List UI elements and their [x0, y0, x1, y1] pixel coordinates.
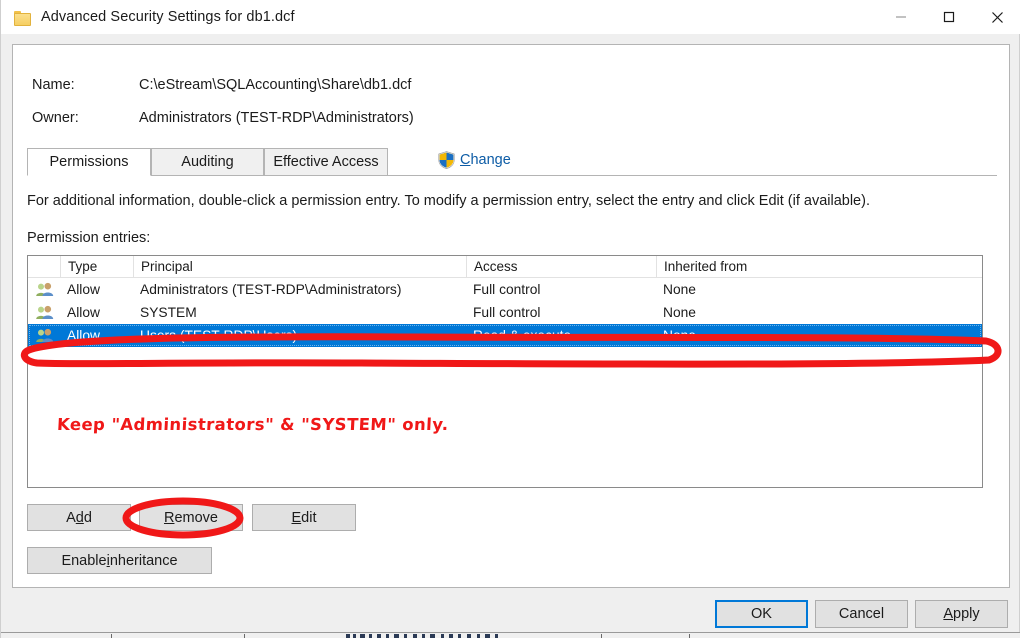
advanced-security-settings-dialog: Advanced Security Settings for db1.dcf N… — [0, 0, 1020, 638]
close-icon[interactable] — [973, 0, 1020, 34]
cell-inherited-from: None — [663, 282, 696, 297]
cell-principal: Administrators (TEST-RDP\Administrators) — [140, 282, 402, 297]
remove-button[interactable]: Remove — [139, 504, 243, 531]
name-value: C:\eStream\SQLAccounting\Share\db1.dcf — [139, 77, 412, 93]
cell-inherited-from: None — [663, 328, 696, 343]
owner-value: Administrators (TEST-RDP\Administrators) — [139, 110, 414, 126]
edit-button-label-post: dit — [301, 509, 317, 526]
background-window-sliver — [1, 632, 1020, 638]
cell-principal: Users (TEST-RDP\Users) — [140, 328, 298, 343]
info-text: For additional information, double-click… — [27, 193, 870, 209]
table-row-selected[interactable]: Allow Users (TEST-RDP\Users) Read & exec… — [28, 324, 982, 347]
cancel-button-label: Cancel — [838, 606, 885, 622]
add-button[interactable]: Add — [27, 504, 131, 531]
cell-type: Allow — [67, 328, 100, 343]
window-title: Advanced Security Settings for db1.dcf — [41, 9, 295, 25]
cell-type: Allow — [67, 282, 100, 297]
cell-inherited-from: None — [663, 305, 696, 320]
remove-button-accel: R — [163, 509, 175, 526]
dialog-content-panel: Name: C:\eStream\SQLAccounting\Share\db1… — [12, 44, 1010, 588]
column-header-access[interactable]: Access — [466, 256, 656, 277]
column-header-icon[interactable] — [28, 256, 60, 277]
tab-strip: Permissions Auditing Effective Access — [27, 148, 997, 176]
group-users-icon — [36, 282, 54, 296]
cell-access: Read & execute — [473, 328, 572, 343]
add-button-accel: d — [75, 509, 84, 526]
cell-access: Full control — [473, 282, 541, 297]
permission-entries-list[interactable]: Type Principal Access Inherited from All… — [27, 255, 983, 488]
owner-label: Owner: — [32, 110, 79, 126]
enable-inheritance-label-pre: Enable — [61, 552, 107, 569]
enable-inheritance-label-post: nheritance — [109, 552, 178, 569]
tab-permissions[interactable]: Permissions — [27, 148, 151, 176]
folder-icon — [14, 10, 31, 26]
cancel-button[interactable]: Cancel — [815, 600, 908, 628]
tab-effective-access-label: Effective Access — [273, 154, 379, 170]
ok-button[interactable]: OK — [715, 600, 808, 628]
remove-button-label-post: emove — [174, 509, 218, 526]
tab-auditing[interactable]: Auditing — [151, 148, 264, 176]
maximize-icon[interactable] — [925, 0, 973, 34]
enable-inheritance-button[interactable]: Enable i nheritance — [27, 547, 212, 574]
permission-entries-label: Permission entries: — [27, 230, 151, 246]
edit-button[interactable]: Edit — [252, 504, 356, 531]
ok-button-label: OK — [751, 606, 772, 622]
table-row[interactable]: Allow Administrators (TEST-RDP\Administr… — [28, 278, 982, 301]
column-header-principal[interactable]: Principal — [133, 256, 466, 277]
cell-type: Allow — [67, 305, 100, 320]
tab-effective-access[interactable]: Effective Access — [264, 148, 388, 176]
group-users-icon — [36, 305, 54, 319]
apply-button[interactable]: Apply — [915, 600, 1008, 628]
window-controls — [877, 0, 1020, 34]
minimize-icon[interactable] — [877, 0, 925, 34]
table-row[interactable]: Allow SYSTEM Full control None — [28, 301, 982, 324]
annotation-note-text: Keep "Administrators" & "SYSTEM" only. — [56, 415, 450, 434]
cell-access: Full control — [473, 305, 541, 320]
column-header-inherited-from[interactable]: Inherited from — [656, 256, 982, 277]
tab-permissions-label: Permissions — [49, 154, 129, 170]
name-label: Name: — [32, 77, 75, 93]
tab-underline — [27, 175, 997, 176]
tab-auditing-label: Auditing — [181, 154, 234, 170]
edit-button-accel: E — [291, 509, 302, 526]
add-button-label-pre: A — [66, 509, 76, 526]
column-header-type[interactable]: Type — [60, 256, 133, 277]
cell-principal: SYSTEM — [140, 305, 197, 320]
title-bar[interactable]: Advanced Security Settings for db1.dcf — [1, 0, 1020, 34]
group-users-icon — [36, 328, 54, 342]
apply-button-accel: A — [943, 606, 954, 622]
add-button-label-post: d — [83, 509, 92, 526]
list-header-row: Type Principal Access Inherited from — [28, 256, 982, 278]
apply-button-label-post: pply — [953, 606, 980, 622]
